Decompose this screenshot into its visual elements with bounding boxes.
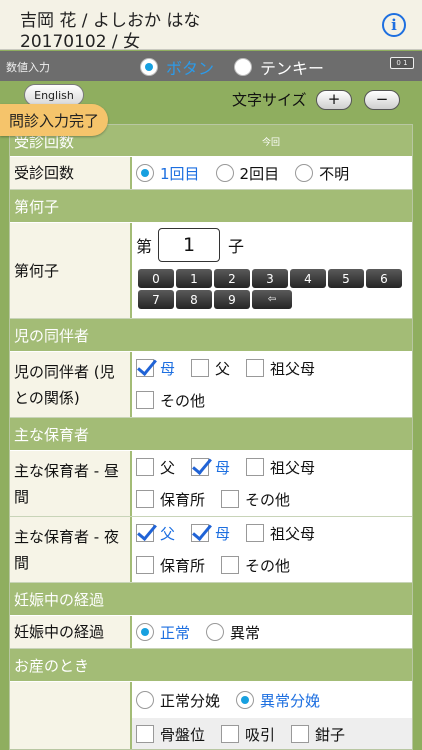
radio-selected-icon — [136, 623, 154, 641]
input-mode-tenkey-option[interactable]: テンキー — [234, 55, 324, 79]
option-grandparents[interactable]: 祖父母 — [246, 358, 315, 379]
input-mode-tenkey-label: テンキー — [260, 59, 325, 78]
option-father[interactable]: 父 — [136, 523, 175, 544]
option-father[interactable]: 父 — [136, 457, 175, 478]
key-4[interactable]: 4 — [290, 269, 326, 288]
option-second-visit[interactable]: 2回目 — [215, 163, 279, 184]
option-mother[interactable]: 母 — [136, 358, 175, 379]
row-companion: 児の同伴者 (児との関係) 母 父 祖父母 その他 — [10, 352, 412, 418]
section-header-companion: 児の同伴者 — [10, 319, 412, 352]
key-2[interactable]: 2 — [214, 269, 250, 288]
section-header-caregiver: 主な保育者 — [10, 418, 412, 451]
row-label: 妊娠中の経過 — [10, 616, 132, 648]
radio-empty-icon — [215, 164, 234, 182]
info-icon[interactable]: i — [382, 13, 406, 37]
option-abnormal[interactable]: 異常 — [206, 622, 260, 643]
option-abnormal-delivery[interactable]: 異常分娩 — [236, 690, 320, 711]
input-mode-bar: 数値入力 ボタン テンキー 0 1 — [0, 51, 422, 81]
checkbox-empty-icon — [246, 359, 265, 377]
radio-selected-icon — [140, 58, 158, 76]
key-6[interactable]: 6 — [366, 269, 402, 288]
row-label-empty — [10, 682, 132, 749]
key-1[interactable]: 1 — [176, 269, 212, 288]
checkbox-checked-icon — [191, 524, 210, 542]
row-label: 主な保育者 - 昼間 — [10, 451, 132, 516]
option-first-visit[interactable]: 1回目 — [136, 163, 200, 184]
section-header-pregnancy: 妊娠中の経過 — [10, 583, 412, 616]
checkbox-empty-icon — [136, 725, 154, 743]
radio-empty-icon — [136, 691, 154, 709]
radio-empty-icon — [206, 623, 225, 641]
key-0[interactable]: 0 — [138, 269, 174, 288]
option-other[interactable]: その他 — [136, 390, 205, 411]
row-delivery: 正常分娩 異常分娩 骨盤位 吸引 鉗子 — [10, 682, 412, 749]
option-mother[interactable]: 母 — [191, 457, 230, 478]
complete-input-button[interactable]: 問診入力完了 — [0, 104, 108, 136]
checkbox-checked-icon — [136, 359, 154, 377]
checkbox-empty-icon — [221, 725, 240, 743]
questionnaire-form: 受診回数 今回 受診回数 1回目 2回目 不明 第何子 第何子 第 1 子 0 … — [9, 124, 413, 750]
font-size-increase-button[interactable]: + — [316, 90, 352, 110]
english-button[interactable]: English — [24, 84, 84, 106]
key-3[interactable]: 3 — [252, 269, 288, 288]
row-label: 児の同伴者 (児との関係) — [10, 352, 132, 417]
checkbox-empty-icon — [136, 556, 154, 574]
number-keypad: 0 1 2 3 4 5 6 7 8 9 ⇦ — [138, 269, 402, 309]
birth-order-input[interactable]: 1 — [158, 228, 221, 262]
option-father[interactable]: 父 — [191, 358, 230, 379]
checkbox-empty-icon — [136, 490, 154, 508]
section-header-delivery: お産のとき — [10, 649, 412, 682]
input-mode-button-option[interactable]: ボタン — [140, 55, 214, 79]
keypad-icon[interactable]: 0 1 — [390, 57, 414, 69]
checkbox-checked-icon — [136, 524, 154, 542]
font-size-label: 文字サイズ — [232, 91, 307, 109]
checkbox-empty-icon — [136, 458, 154, 476]
option-unknown[interactable]: 不明 — [295, 163, 349, 184]
input-mode-button-label: ボタン — [166, 59, 215, 78]
backspace-key-icon[interactable]: ⇦ — [252, 290, 292, 309]
option-mother[interactable]: 母 — [191, 523, 230, 544]
checkbox-empty-icon — [291, 725, 310, 743]
checkbox-empty-icon — [221, 556, 240, 574]
radio-empty-icon — [234, 58, 252, 76]
key-7[interactable]: 7 — [138, 290, 174, 309]
checkbox-empty-icon — [136, 391, 154, 409]
checkbox-empty-icon — [246, 458, 265, 476]
row-pregnancy: 妊娠中の経過 正常 異常 — [10, 616, 412, 649]
patient-header: 吉岡 花 / よしおか はな 20170102 / 女 i — [0, 0, 422, 52]
checkbox-empty-icon — [191, 359, 210, 377]
row-label: 受診回数 — [10, 157, 132, 189]
key-8[interactable]: 8 — [176, 290, 212, 309]
key-9[interactable]: 9 — [214, 290, 250, 309]
row-label: 第何子 — [10, 223, 132, 318]
option-breech[interactable]: 骨盤位 — [136, 724, 205, 745]
row-caregiver-day: 主な保育者 - 昼間 父 母 祖父母 保育所 その他 — [10, 451, 412, 517]
row-label: 主な保育者 - 夜間 — [10, 517, 132, 582]
option-grandparents[interactable]: 祖父母 — [246, 523, 315, 544]
radio-empty-icon — [295, 164, 314, 182]
checkbox-empty-icon — [246, 524, 265, 542]
checkbox-checked-icon — [191, 458, 210, 476]
option-grandparents[interactable]: 祖父母 — [246, 457, 315, 478]
option-normal[interactable]: 正常 — [136, 622, 190, 643]
column-header-current: 今回 — [262, 138, 281, 148]
input-mode-label: 数値入力 — [6, 61, 50, 74]
patient-id-sex: 20170102 / 女 — [20, 32, 141, 52]
row-caregiver-night: 主な保育者 - 夜間 父 母 祖父母 保育所 その他 — [10, 517, 412, 583]
row-birth-order: 第何子 第 1 子 0 1 2 3 4 5 6 7 8 9 ⇦ — [10, 223, 412, 319]
option-vacuum[interactable]: 吸引 — [221, 724, 275, 745]
option-nursery[interactable]: 保育所 — [136, 489, 205, 510]
option-forceps[interactable]: 鉗子 — [291, 724, 345, 745]
option-nursery[interactable]: 保育所 — [136, 555, 205, 576]
option-normal-delivery[interactable]: 正常分娩 — [136, 690, 220, 711]
section-header-birth-order: 第何子 — [10, 190, 412, 223]
checkbox-empty-icon — [221, 490, 240, 508]
option-other[interactable]: その他 — [221, 489, 290, 510]
key-5[interactable]: 5 — [328, 269, 364, 288]
radio-selected-icon — [136, 164, 154, 182]
option-other[interactable]: その他 — [221, 555, 290, 576]
row-visit-count: 受診回数 1回目 2回目 不明 — [10, 157, 412, 190]
radio-selected-icon — [236, 691, 255, 709]
font-size-decrease-button[interactable]: − — [364, 90, 400, 110]
